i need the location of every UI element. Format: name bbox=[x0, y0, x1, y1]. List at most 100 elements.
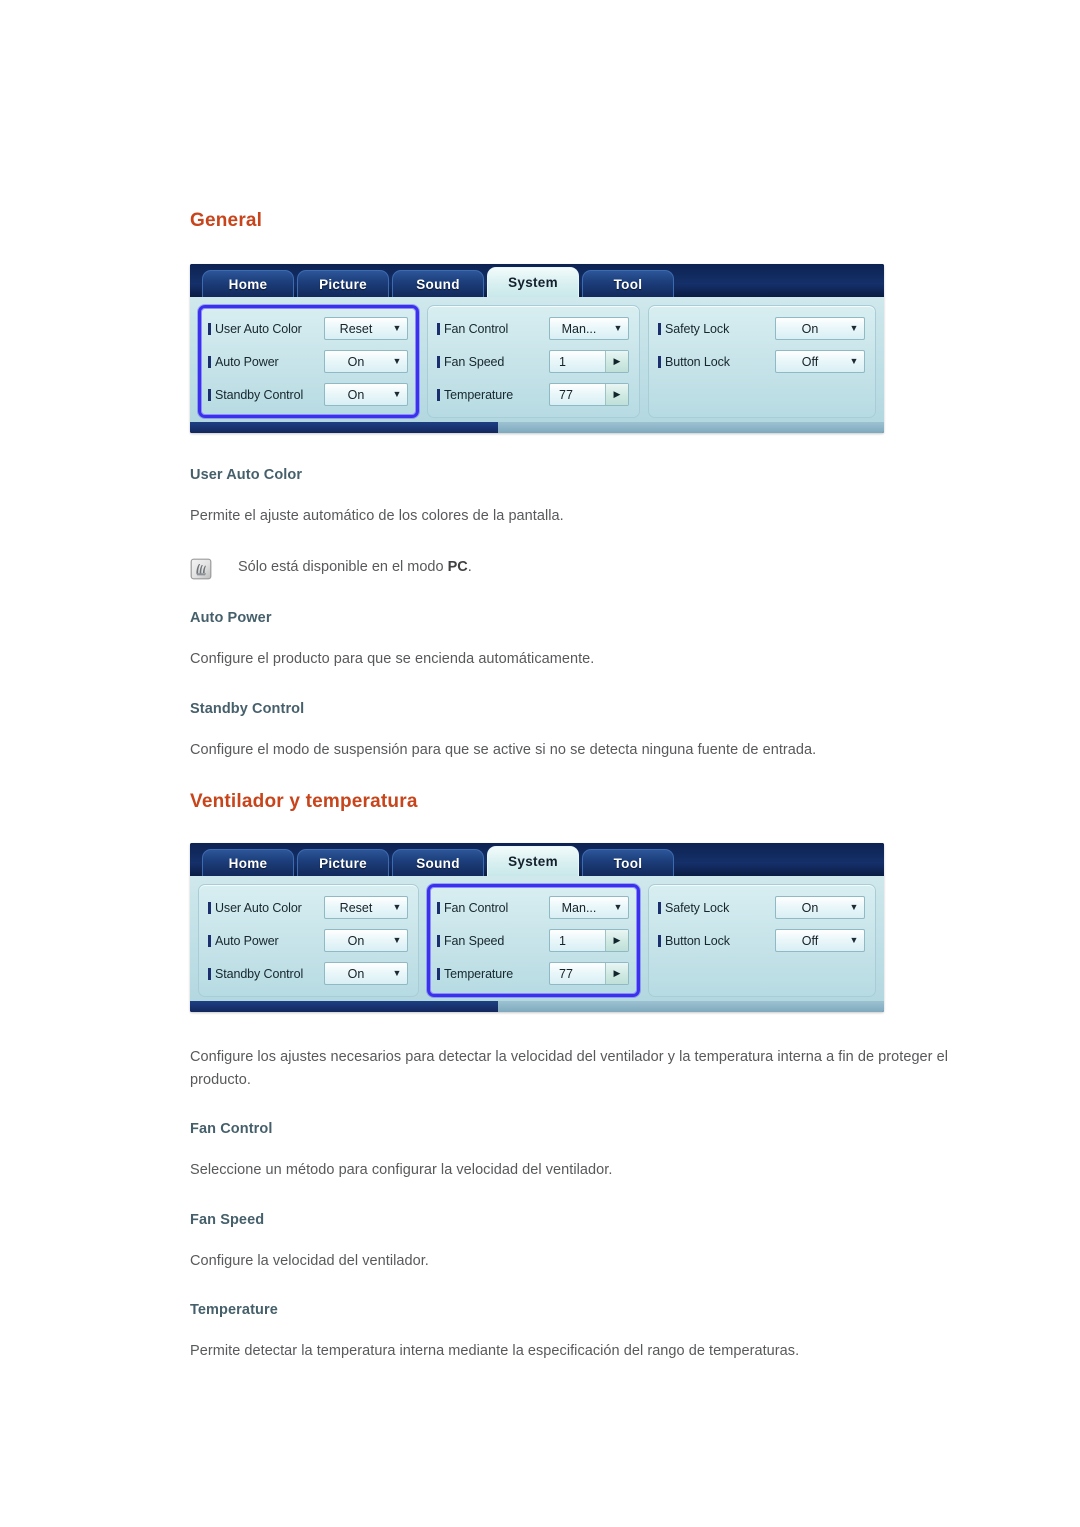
osd-dropdown-user-auto-color[interactable]: Reset ▼ bbox=[324, 317, 408, 340]
osd-tab-tool[interactable]: Tool bbox=[582, 270, 674, 297]
osd-tab-label: Sound bbox=[416, 276, 460, 292]
osd-spinner-temperature[interactable]: 77 ▶ bbox=[549, 383, 629, 406]
osd-tab-sound[interactable]: Sound bbox=[392, 270, 484, 297]
bullet-icon bbox=[437, 901, 440, 914]
osd-dropdown-safety-lock[interactable]: On ▼ bbox=[775, 317, 865, 340]
osd-value-user-auto-color: Reset bbox=[339, 900, 373, 915]
bullet-icon bbox=[208, 355, 211, 368]
osd-row-fan-speed: Fan Speed 1 ▶ bbox=[437, 349, 629, 374]
osd-row-auto-power: Auto Power On ▼ bbox=[208, 349, 408, 374]
subsection-title-standby-control: Standby Control bbox=[190, 700, 305, 717]
bullet-icon bbox=[437, 322, 440, 335]
osd-tab-system[interactable]: System bbox=[487, 267, 579, 297]
osd-tab-label: Home bbox=[228, 276, 268, 292]
arrow-right-icon[interactable]: ▶ bbox=[605, 351, 628, 372]
osd-tab-picture[interactable]: Picture bbox=[297, 270, 389, 297]
bullet-icon bbox=[437, 934, 440, 947]
chevron-down-icon: ▼ bbox=[849, 935, 859, 946]
body-paragraph: Permite el ajuste automático de los colo… bbox=[190, 508, 564, 524]
osd-dropdown-auto-power[interactable]: On ▼ bbox=[324, 350, 408, 373]
osd-dropdown-safety-lock[interactable]: On ▼ bbox=[775, 896, 865, 920]
osd-value-standby-control: On bbox=[347, 387, 365, 402]
osd-spinner-fan-speed[interactable]: 1 ▶ bbox=[549, 929, 629, 953]
chevron-down-icon: ▼ bbox=[613, 902, 623, 913]
osd-menu-screenshot-1: Home Picture Sound System Tool User Auto… bbox=[190, 264, 884, 433]
osd-spinner-fan-speed[interactable]: 1 ▶ bbox=[549, 350, 629, 373]
body-paragraph: Configure los ajustes necesarios para de… bbox=[190, 1049, 949, 1088]
osd-dropdown-standby-control[interactable]: On ▼ bbox=[324, 962, 408, 986]
osd-label-auto-power: Auto Power bbox=[215, 354, 279, 369]
osd-tab-home[interactable]: Home bbox=[202, 270, 294, 297]
body-paragraph: Permite detectar la temperatura interna … bbox=[190, 1343, 800, 1360]
subsection-title-fan-control: Fan Control bbox=[190, 1121, 273, 1138]
osd-group-1: User Auto Color Reset ▼ Auto Power On ▼ bbox=[198, 884, 419, 998]
osd-tab-label: Tool bbox=[613, 855, 643, 871]
section-title-2: Ventilador y temperatura bbox=[190, 791, 418, 813]
document-page: General Home Picture Sound System Tool U… bbox=[0, 0, 1080, 1527]
osd-tab-system[interactable]: System bbox=[487, 846, 579, 877]
bullet-icon bbox=[208, 388, 211, 401]
osd-dropdown-button-lock[interactable]: Off ▼ bbox=[775, 350, 865, 373]
osd-tab-tool[interactable]: Tool bbox=[582, 849, 674, 877]
osd-value-standby-control: On bbox=[347, 966, 365, 981]
bullet-icon bbox=[437, 355, 440, 368]
osd-tab-home[interactable]: Home bbox=[202, 849, 294, 877]
osd-row-temperature: Temperature 77 ▶ bbox=[437, 961, 629, 986]
osd-row-auto-power: Auto Power On ▼ bbox=[208, 928, 408, 953]
osd-tab-picture[interactable]: Picture bbox=[297, 849, 389, 877]
osd-tab-label: Sound bbox=[416, 855, 460, 871]
osd-row-safety-lock: Safety Lock On ▼ bbox=[658, 895, 865, 920]
osd-dropdown-fan-control[interactable]: Man... ▼ bbox=[549, 317, 629, 340]
arrow-right-icon[interactable]: ▶ bbox=[605, 930, 628, 952]
note-callout: Sólo está disponible en el modo PC. bbox=[190, 557, 950, 580]
osd-label-button-lock: Button Lock bbox=[665, 354, 730, 369]
osd-footer-bar bbox=[190, 422, 884, 433]
osd-footer-bar bbox=[190, 1001, 884, 1013]
bullet-icon bbox=[208, 901, 211, 914]
osd-dropdown-button-lock[interactable]: Off ▼ bbox=[775, 929, 865, 953]
bullet-icon bbox=[658, 934, 661, 947]
note-text: Sólo está disponible en el modo PC. bbox=[238, 557, 472, 579]
osd-label-safety-lock: Safety Lock bbox=[665, 900, 730, 915]
chevron-down-icon: ▼ bbox=[392, 968, 402, 979]
osd-value-auto-power: On bbox=[347, 933, 365, 948]
arrow-right-icon[interactable]: ▶ bbox=[605, 384, 628, 405]
arrow-right-icon[interactable]: ▶ bbox=[605, 963, 628, 985]
subsection-title-temperature: Temperature bbox=[190, 1302, 278, 1319]
note-text-bold: PC bbox=[447, 559, 468, 576]
osd-row-standby-control: Standby Control On ▼ bbox=[208, 382, 408, 407]
osd-dropdown-user-auto-color[interactable]: Reset ▼ bbox=[324, 896, 408, 920]
osd-tab-sound[interactable]: Sound bbox=[392, 849, 484, 877]
osd-group-2: Fan Control Man... ▼ Fan Speed 1 ▶ Tempe… bbox=[427, 305, 640, 418]
osd-label-user-auto-color: User Auto Color bbox=[215, 321, 302, 336]
osd-footer-right bbox=[498, 422, 884, 433]
osd-value-fan-control: Man... bbox=[561, 321, 597, 336]
osd-label-temperature: Temperature bbox=[444, 387, 514, 402]
bullet-icon bbox=[437, 967, 440, 980]
osd-row-user-auto-color: User Auto Color Reset ▼ bbox=[208, 895, 408, 920]
osd-value-button-lock: Off bbox=[801, 354, 819, 369]
osd-dropdown-standby-control[interactable]: On ▼ bbox=[324, 383, 408, 406]
osd-footer-right bbox=[498, 1001, 884, 1013]
osd-label-safety-lock: Safety Lock bbox=[665, 321, 730, 336]
osd-spinner-temperature[interactable]: 77 ▶ bbox=[549, 962, 629, 986]
body-paragraph: Configure el modo de suspensión para que… bbox=[190, 741, 817, 758]
osd-tab-label: Picture bbox=[319, 276, 367, 292]
osd-tab-label: System bbox=[508, 854, 558, 870]
osd-label-user-auto-color: User Auto Color bbox=[215, 900, 302, 915]
osd-label-temperature: Temperature bbox=[444, 966, 514, 981]
subsection-title-fan-speed: Fan Speed bbox=[190, 1211, 265, 1228]
osd-value-user-auto-color: Reset bbox=[339, 321, 373, 336]
osd-dropdown-auto-power[interactable]: On ▼ bbox=[324, 929, 408, 953]
osd-footer-left bbox=[190, 1001, 498, 1013]
body-paragraph: Seleccione un método para configurar la … bbox=[190, 1162, 613, 1179]
osd-group-2-highlighted: Fan Control Man... ▼ Fan Speed 1 ▶ Tempe… bbox=[427, 884, 640, 998]
osd-tab-label: Tool bbox=[613, 276, 643, 292]
osd-tab-label: System bbox=[508, 275, 558, 290]
osd-dropdown-fan-control[interactable]: Man... ▼ bbox=[549, 896, 629, 920]
osd-group-3: Safety Lock On ▼ Button Lock Off ▼ bbox=[648, 884, 876, 998]
osd-tab-label: Picture bbox=[319, 855, 367, 871]
osd-row-safety-lock: Safety Lock On ▼ bbox=[658, 316, 865, 341]
subsection-title-user-auto-color: User Auto Color bbox=[190, 467, 303, 483]
osd-value-temperature: 77 bbox=[559, 966, 573, 981]
